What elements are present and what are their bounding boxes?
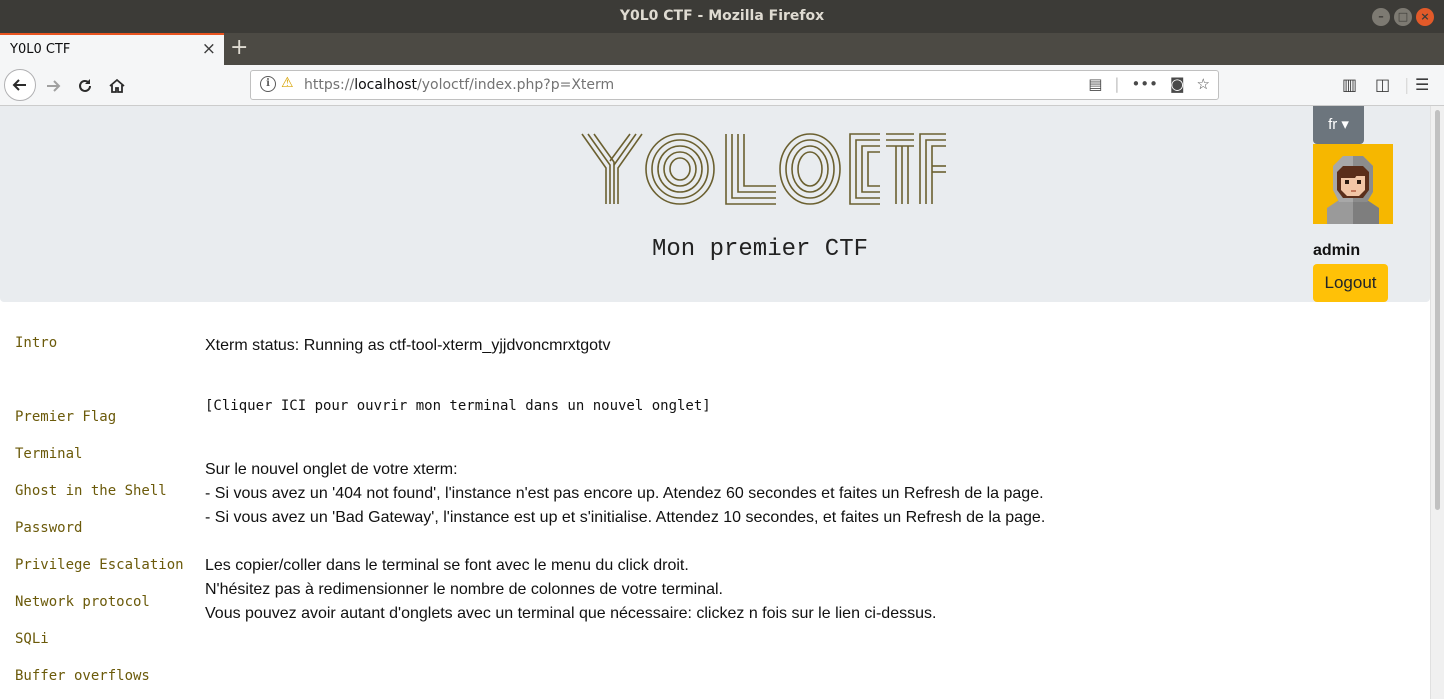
logo-letter-o2	[779, 133, 841, 205]
tab-close-icon[interactable]: ×	[202, 39, 216, 59]
site-subtitle: Mon premier CTF	[651, 236, 869, 263]
forward-arrow-icon	[47, 80, 61, 92]
home-button[interactable]	[102, 71, 132, 101]
note-line-2: N'hésitez pas à redimensionner le nombre…	[205, 581, 723, 598]
logo-letter-l	[725, 134, 776, 205]
instruction-line-2: - Si vous avez un '404 not found', l'ins…	[205, 485, 1044, 502]
forward-button[interactable]	[38, 71, 68, 101]
user-avatar[interactable]	[1313, 144, 1393, 224]
url-path: /yoloctf/index.php?p=Xterm	[417, 77, 615, 93]
language-dropdown[interactable]: fr ▾	[1313, 106, 1364, 144]
logo-letter-c	[849, 133, 880, 205]
header-jumbotron: Mon premier CTF	[0, 106, 1430, 302]
maximize-icon[interactable]: □	[1394, 8, 1412, 26]
insecure-lock-icon[interactable]: ⚠	[281, 75, 294, 91]
sidebar-item-terminal[interactable]: Terminal	[15, 446, 82, 462]
sidebar-item-intro[interactable]: Intro	[15, 335, 57, 351]
avatar-image	[1313, 144, 1393, 224]
library-icon[interactable]: ▥	[1342, 75, 1357, 94]
logo-letter-y	[581, 133, 643, 204]
pocket-icon[interactable]: ◙	[1170, 75, 1185, 93]
tab-strip: Y0L0 CTF × +	[0, 33, 1444, 65]
back-arrow-icon	[12, 79, 26, 91]
sidebar-item-network-protocol[interactable]: Network protocol	[15, 594, 150, 610]
username-label: admin	[1313, 242, 1361, 259]
bookmark-star-icon[interactable]: ☆	[1197, 75, 1210, 93]
url-host: localhost	[354, 77, 418, 93]
sidebar-item-password[interactable]: Password	[15, 520, 82, 536]
new-tab-icon[interactable]: +	[230, 35, 248, 60]
sidebar-item-privilege-escalation[interactable]: Privilege Escalation	[15, 557, 184, 573]
scrollbar-thumb[interactable]	[1435, 110, 1440, 510]
instruction-line-1: Sur le nouvel onglet de votre xterm:	[205, 461, 458, 478]
window-controls: – □ ×	[1372, 8, 1434, 26]
sidebar-item-sqli[interactable]: SQLi	[15, 631, 49, 647]
sidebar-item-buffer-overflows[interactable]: Buffer overflows	[15, 668, 150, 684]
site-info-icon[interactable]: i	[260, 76, 276, 92]
logo-letter-o	[645, 133, 715, 205]
hamburger-menu-icon[interactable]: ☰	[1415, 75, 1429, 94]
back-button[interactable]	[4, 69, 36, 101]
open-terminal-link[interactable]: [Cliquer ICI pour ouvrir mon terminal da…	[205, 398, 711, 414]
sidebar-item-ghost-in-the-shell[interactable]: Ghost in the Shell	[15, 483, 167, 499]
logo-letter-t	[886, 133, 914, 204]
home-icon	[109, 78, 125, 93]
window-title: Y0L0 CTF - Mozilla Firefox	[619, 8, 825, 24]
tab-yolo-ctf[interactable]: Y0L0 CTF ×	[0, 33, 224, 65]
minimize-icon[interactable]: –	[1372, 8, 1390, 26]
toolbar-divider: |	[1404, 75, 1410, 94]
yolo-ctf-logo	[581, 133, 946, 205]
window-titlebar: Y0L0 CTF - Mozilla Firefox – □ ×	[0, 0, 1444, 33]
url-divider: |	[1114, 75, 1120, 93]
page-scrollbar[interactable]	[1430, 106, 1444, 699]
reload-icon	[79, 79, 91, 92]
url-scheme: https://	[304, 77, 355, 93]
page-viewport: Mon premier CTF fr ▾ admin Logout Intro …	[0, 106, 1444, 699]
close-window-icon[interactable]: ×	[1416, 8, 1434, 26]
reader-view-icon[interactable]: ▤	[1088, 75, 1102, 93]
instruction-line-3: - Si vous avez un 'Bad Gateway', l'insta…	[205, 509, 1046, 526]
logo-letter-f	[919, 133, 946, 204]
xterm-status: Xterm status: Running as ctf-tool-xterm_…	[205, 337, 611, 354]
note-line-3: Vous pouvez avoir autant d'onglets avec …	[205, 605, 937, 622]
navigation-toolbar: i ⚠ https://localhost/yoloctf/index.php?…	[0, 65, 1444, 106]
url-bar[interactable]: i ⚠ https://localhost/yoloctf/index.php?…	[250, 70, 1219, 100]
note-line-1: Les copier/coller dans le terminal se fo…	[205, 557, 689, 574]
page-actions-icon[interactable]: •••	[1131, 75, 1158, 93]
reload-button[interactable]	[70, 71, 100, 101]
url-text[interactable]: https://localhost/yoloctf/index.php?p=Xt…	[304, 77, 614, 93]
sidebar-item-premier-flag[interactable]: Premier Flag	[15, 409, 116, 425]
logout-button[interactable]: Logout	[1313, 264, 1388, 302]
tab-title: Y0L0 CTF	[10, 42, 71, 57]
url-bar-actions: ▤ | ••• ◙ ☆	[1088, 75, 1210, 93]
sidebar-toggle-icon[interactable]: ◫	[1375, 75, 1390, 94]
